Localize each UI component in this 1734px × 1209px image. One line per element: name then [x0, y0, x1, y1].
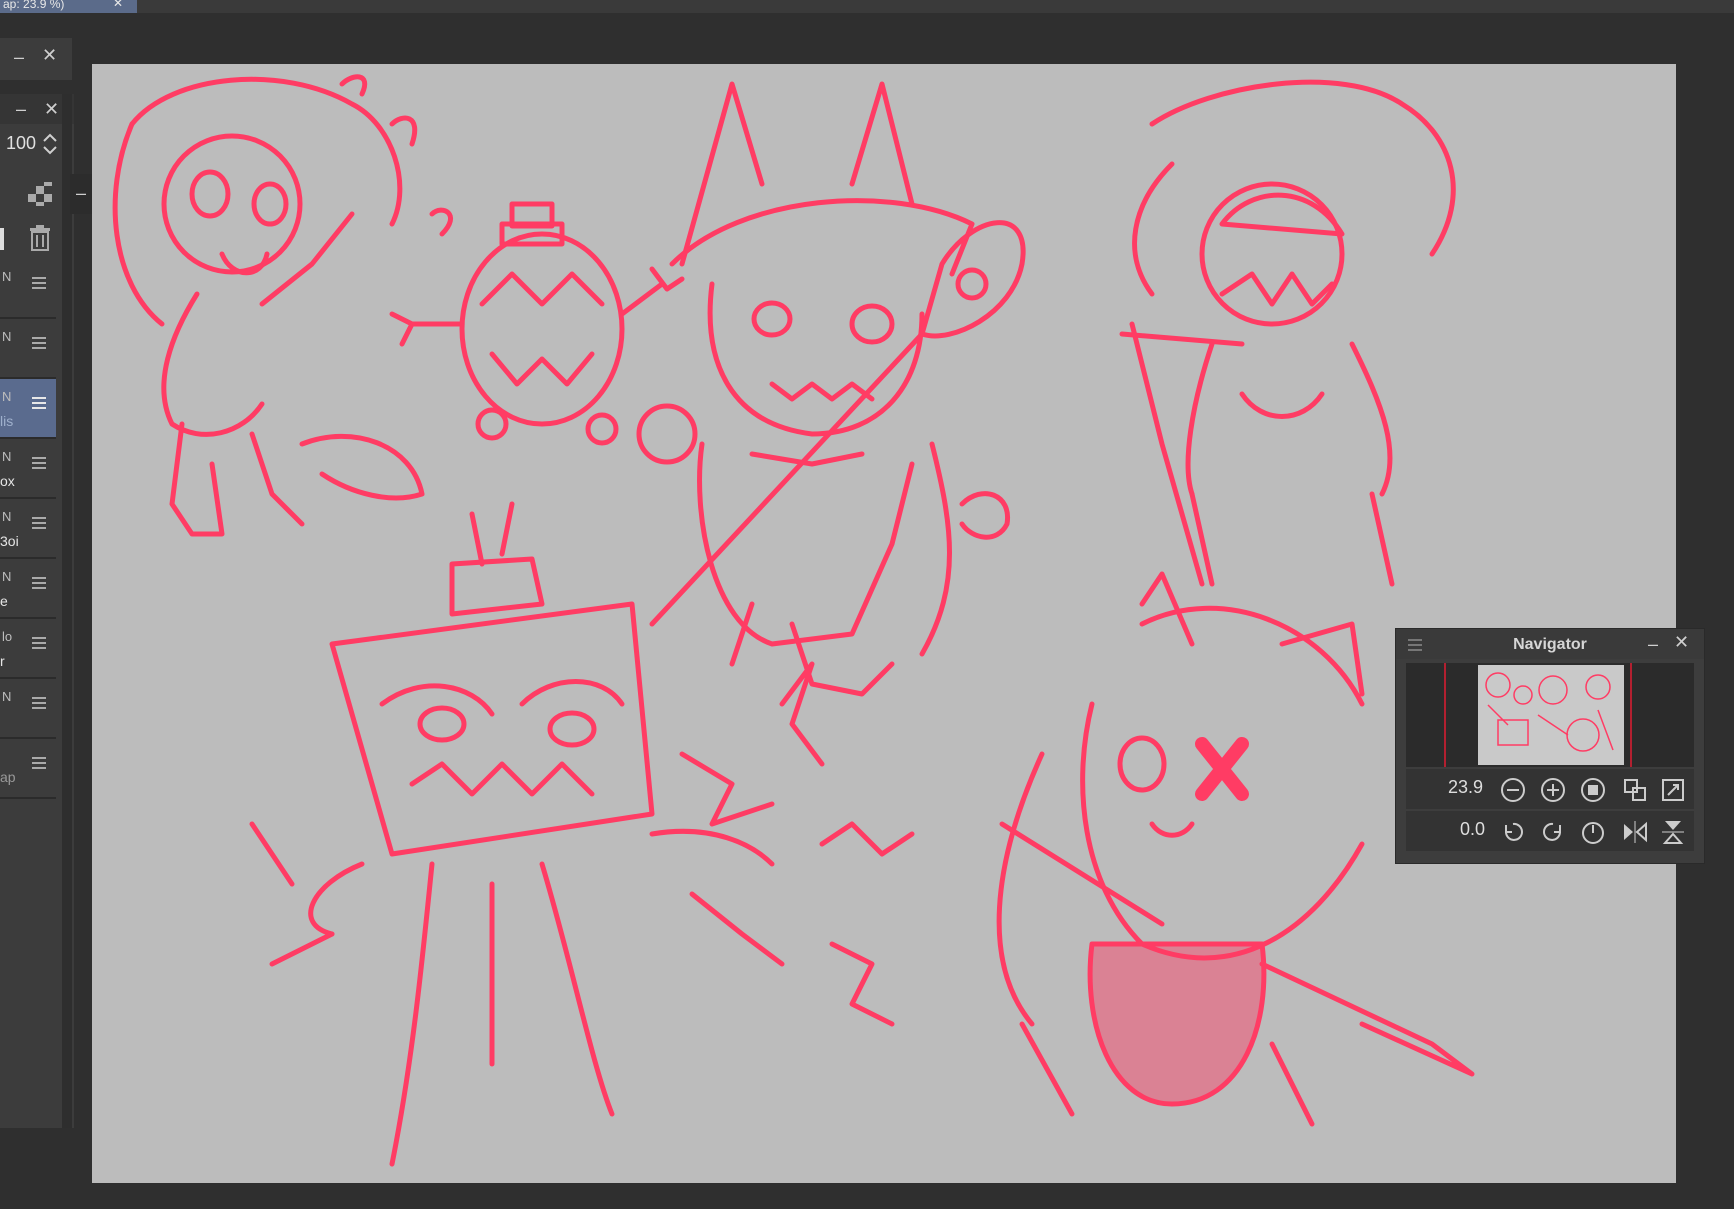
minimize-icon[interactable]: – — [1648, 635, 1658, 653]
zoom-to-fit-icon[interactable] — [1622, 777, 1648, 803]
layer-row-selected[interactable]: N lis — [0, 379, 56, 439]
layer-menu-icon[interactable] — [32, 517, 46, 529]
navigator-docker: Navigator – ✕ 23.9 0.0 — [1395, 628, 1705, 864]
layer-subtitle: e — [0, 593, 8, 609]
layer-menu-icon[interactable] — [32, 337, 46, 349]
layer-list: N N N lis N ox N 3oi N e lo r N ap — [0, 259, 58, 809]
delete-layer-icon[interactable] — [28, 224, 52, 252]
layer-row[interactable]: N — [0, 679, 56, 739]
layer-row[interactable]: ap — [0, 739, 56, 799]
spin-arrows-icon[interactable] — [42, 132, 58, 156]
layer-menu-icon[interactable] — [32, 457, 46, 469]
layer-row[interactable]: N 3oi — [0, 499, 56, 559]
opacity-spinbox[interactable]: 100 — [0, 130, 60, 158]
document-tab-title: ap: 23.9 %) — [3, 0, 65, 11]
zoom-value[interactable]: 23.9 — [1448, 777, 1483, 798]
layer-subtitle: r — [0, 653, 5, 669]
zoom-controls: 23.9 — [1406, 769, 1694, 809]
minimize-icon[interactable]: – — [16, 100, 26, 118]
view-bound-left — [1444, 663, 1446, 767]
rotate-right-icon[interactable] — [1540, 819, 1566, 845]
close-tab-icon[interactable]: ✕ — [113, 0, 123, 9]
minimize-icon[interactable]: – — [76, 184, 86, 202]
navigator-titlebar[interactable]: Navigator – ✕ — [1396, 629, 1704, 659]
minimize-icon[interactable]: – — [14, 48, 24, 66]
layer-menu-icon[interactable] — [32, 577, 46, 589]
layer-menu-icon[interactable] — [32, 277, 46, 289]
fit-page-icon[interactable] — [1660, 777, 1686, 803]
zoom-reset-icon[interactable] — [1580, 777, 1606, 803]
zoom-in-icon[interactable] — [1540, 777, 1566, 803]
sketch-character-5 — [249, 501, 785, 1167]
rotation-controls: 0.0 — [1406, 811, 1694, 851]
layer-name: N — [2, 389, 12, 404]
layer-subtitle: ox — [0, 473, 15, 489]
layer-row[interactable]: N — [0, 259, 56, 319]
left-docker-top: – ✕ — [0, 38, 72, 80]
layer-name: N — [2, 689, 12, 704]
layer-name: N — [2, 269, 12, 284]
reset-rotation-icon[interactable] — [1580, 819, 1606, 845]
sketch-character-3 — [636, 81, 1026, 697]
mirror-horizontal-icon[interactable] — [1622, 819, 1648, 845]
layer-row[interactable]: N e — [0, 559, 56, 619]
close-icon[interactable]: ✕ — [44, 100, 59, 118]
layer-row[interactable]: lo r — [0, 619, 56, 679]
alpha-lock-icon[interactable] — [26, 180, 54, 208]
document-tab[interactable]: ap: 23.9 %) ✕ — [0, 0, 137, 13]
mirror-vertical-icon[interactable] — [1660, 819, 1686, 845]
close-icon[interactable]: ✕ — [1674, 633, 1689, 651]
close-icon[interactable]: ✕ — [42, 46, 57, 64]
sketch-character-1 — [112, 74, 453, 537]
sketch-character-2 — [389, 201, 685, 446]
layer-row[interactable]: N ox — [0, 439, 56, 499]
drawing-canvas[interactable] — [92, 64, 1676, 1183]
layer-subtitle: 3oi — [0, 533, 19, 549]
layer-menu-icon[interactable] — [32, 697, 46, 709]
layer-name: lo — [2, 629, 13, 644]
navigator-thumbnail — [1478, 665, 1624, 765]
rotation-value[interactable]: 0.0 — [1460, 819, 1485, 840]
docker-scrollbar[interactable] — [62, 94, 72, 1128]
sketch-lightning — [779, 661, 915, 1027]
navigator-preview[interactable] — [1406, 663, 1694, 767]
sketch-character-4 — [1119, 79, 1456, 587]
layer-property-edge — [0, 228, 4, 250]
document-tab-bar — [0, 0, 1734, 13]
layer-name: N — [2, 449, 12, 464]
layer-row[interactable]: N — [0, 319, 56, 379]
layer-name: N — [2, 569, 12, 584]
sketch-artwork — [112, 74, 1475, 1167]
layer-menu-icon[interactable] — [32, 757, 46, 769]
layer-name: N — [2, 329, 12, 344]
layer-menu-icon[interactable] — [32, 637, 46, 649]
view-bound-right — [1630, 663, 1632, 767]
rotate-left-icon[interactable] — [1500, 819, 1526, 845]
layer-subtitle: ap — [0, 769, 16, 785]
layer-subtitle: lis — [0, 413, 14, 429]
opacity-value: 100 — [6, 133, 37, 153]
zoom-out-icon[interactable] — [1500, 777, 1526, 803]
layer-menu-icon[interactable] — [32, 397, 46, 409]
layer-name: N — [2, 509, 12, 524]
